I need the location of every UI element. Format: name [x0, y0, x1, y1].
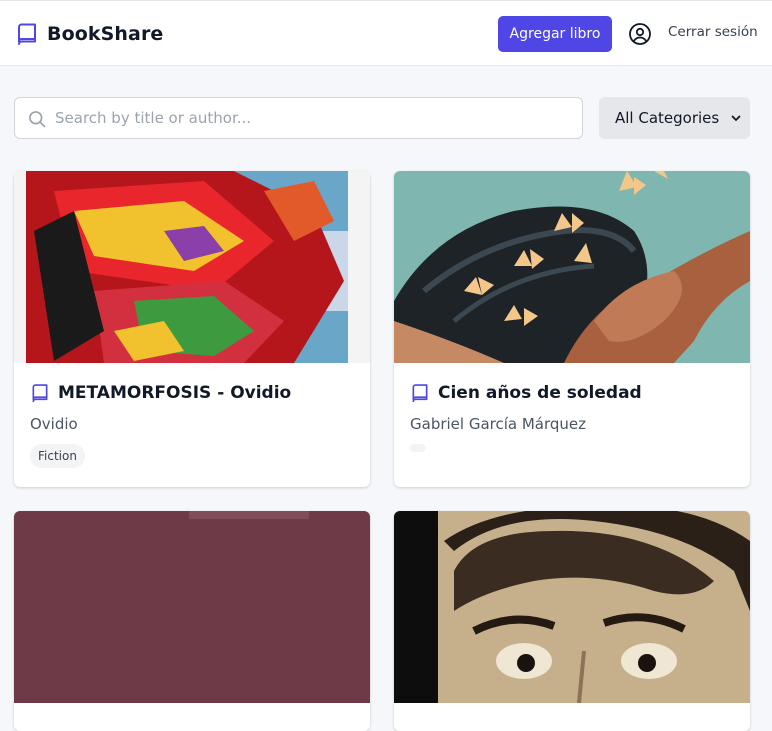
brand-title: BookShare	[47, 23, 164, 45]
book-icon	[18, 23, 36, 45]
book-title: METAMORFOSIS - Ovidio	[58, 383, 292, 403]
category-badge	[410, 444, 426, 452]
book-icon	[32, 384, 48, 403]
book-cover-image	[14, 171, 370, 363]
top-navbar: BookShare Agregar libro Cerrar sesión	[0, 0, 772, 66]
chevron-down-icon	[731, 115, 741, 121]
book-icon	[412, 384, 428, 403]
category-badge: Fiction	[30, 444, 85, 468]
category-selected-value: All Categories	[615, 109, 720, 127]
add-book-button[interactable]: Agregar libro	[498, 16, 612, 52]
book-card[interactable]	[14, 511, 370, 731]
book-card[interactable]	[394, 511, 750, 731]
logout-button[interactable]: Cerrar sesión	[668, 24, 758, 40]
search-box	[14, 97, 583, 139]
user-circle-icon[interactable]	[628, 22, 652, 46]
book-card[interactable]: METAMORFOSIS - Ovidio Ovidio Fiction	[14, 171, 370, 487]
book-cover-image	[394, 171, 750, 363]
book-author: Ovidio	[30, 415, 78, 433]
book-author: Gabriel García Márquez	[410, 415, 587, 433]
book-cover-image	[14, 511, 370, 703]
book-title: Cien años de soledad	[438, 383, 642, 403]
category-select[interactable]: All Categories	[599, 97, 750, 139]
search-input[interactable]	[55, 98, 575, 138]
book-cover-image	[394, 511, 750, 703]
brand[interactable]: BookShare	[15, 22, 163, 46]
book-card[interactable]: Cien años de soledad Gabriel García Márq…	[394, 171, 750, 487]
search-icon	[29, 111, 46, 128]
